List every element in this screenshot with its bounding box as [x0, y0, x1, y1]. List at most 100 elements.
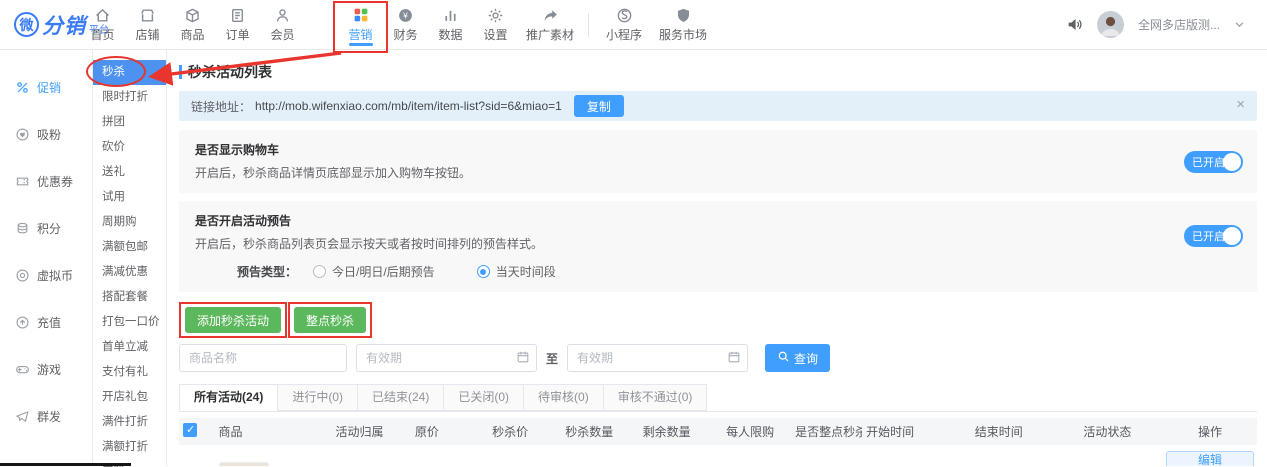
finance-icon: ¥	[397, 6, 414, 24]
nav-item-settings[interactable]: 设置	[473, 0, 518, 50]
nav-item-promo-materials[interactable]: 推广素材	[518, 0, 582, 50]
page-body: 促销 吸粉 优惠券 积分 虚拟币 充值	[0, 50, 1267, 466]
hourly-seckill-button[interactable]: 整点秒杀	[294, 307, 366, 333]
recharge-icon	[15, 315, 30, 330]
data-icon	[442, 6, 459, 24]
date-to-input[interactable]	[567, 344, 748, 372]
tab-pending-review[interactable]: 待审核(0)	[524, 384, 604, 411]
product-image[interactable]	[219, 462, 269, 467]
nav-item-orders[interactable]: 订单	[215, 0, 260, 50]
svg-text:¥: ¥	[402, 10, 408, 20]
radio-unchecked-icon	[313, 265, 326, 278]
submenu-item-group-buy[interactable]: 拼团	[93, 110, 166, 135]
sidebar-item-coupon[interactable]: 优惠券	[0, 158, 92, 205]
sidebar-item-promotion[interactable]: 促销	[0, 64, 92, 111]
submenu-item-gift[interactable]: 送礼	[93, 160, 166, 185]
sidebar-item-mass-send[interactable]: 群发	[0, 393, 92, 440]
top-nav: 首页 店铺 商品 订单 会员 营销	[80, 0, 715, 50]
submenu-item-trial[interactable]: 试用	[93, 185, 166, 210]
market-icon	[675, 6, 692, 24]
notice-setting-desc: 开启后，秒杀商品列表页会显示按天或者按时间排列的预告样式。	[195, 235, 1241, 252]
page-title-row: 秒杀活动列表	[179, 62, 1257, 82]
nav-item-goods[interactable]: 商品	[170, 0, 215, 50]
sidebar-item-points[interactable]: 积分	[0, 205, 92, 252]
submenu-item-shop-gift[interactable]: 开店礼包	[93, 385, 166, 410]
table-row: 县级合伙人 总部 73710.00 50.00 7 6 6 否 2020-12-…	[179, 445, 1257, 466]
close-icon[interactable]: ×	[1236, 97, 1245, 112]
primary-sidebar: 促销 吸粉 优惠券 积分 虚拟币 充值	[0, 50, 93, 466]
account-name[interactable]: 全网多店版测...	[1138, 16, 1220, 33]
submenu-item-bundle[interactable]: 搭配套餐	[93, 285, 166, 310]
header-right-area: 全网多店版测...	[1066, 11, 1267, 38]
sidebar-item-virtual-coin[interactable]: 虚拟币	[0, 252, 92, 299]
link-url: http://mob.wifenxiao.com/mb/item/item-li…	[255, 99, 562, 113]
submenu-item-bargain[interactable]: 砍价	[93, 135, 166, 160]
coin-circle-icon	[15, 268, 30, 283]
promo-icon	[542, 6, 559, 24]
marketing-icon	[353, 6, 369, 24]
cell-price: 73710.00	[411, 445, 488, 466]
date-to-wrap	[567, 344, 748, 372]
miniprogram-icon	[616, 6, 633, 24]
sidebar-item-games[interactable]: 游戏	[0, 346, 92, 393]
date-from-input[interactable]	[356, 344, 537, 372]
cart-setting-desc: 开启后，秒杀商品详情页底部显示加入购物车按钮。	[195, 164, 1241, 181]
page-title: 秒杀活动列表	[188, 62, 272, 82]
sound-icon[interactable]	[1066, 16, 1083, 33]
radio-checked-icon	[477, 265, 490, 278]
submenu-item-seckill[interactable]: 秒杀	[93, 60, 166, 85]
toggle-knob	[1223, 153, 1241, 171]
notice-type-label: 预告类型：	[237, 263, 297, 280]
select-all-checkbox[interactable]	[183, 423, 197, 437]
submenu-item-time-discount[interactable]: 限时打折	[93, 85, 166, 110]
nav-item-miniprogram[interactable]: 小程序	[597, 0, 651, 50]
sidebar-item-recharge[interactable]: 充值	[0, 299, 92, 346]
tab-review-rejected[interactable]: 审核不通过(0)	[604, 384, 708, 411]
product-name-input[interactable]	[179, 344, 347, 372]
submenu-item-free-shipping[interactable]: 满额包邮	[93, 235, 166, 260]
notice-toggle[interactable]: 已开启	[1184, 225, 1243, 247]
tab-ended[interactable]: 已结束(24)	[358, 384, 444, 411]
tab-all-activities[interactable]: 所有活动(24)	[179, 384, 278, 411]
cart-setting-title: 是否显示购物车	[195, 141, 1241, 158]
app-window: 微 分销 平台 首页 店铺 商品 订单 会员	[0, 0, 1267, 467]
sidebar-item-fans[interactable]: 吸粉	[0, 111, 92, 158]
cell-limit: 6	[722, 445, 791, 466]
tab-closed[interactable]: 已关闭(0)	[444, 384, 524, 411]
search-filter-row: 至 查询	[179, 344, 1257, 372]
notice-setting-section: 是否开启活动预告 开启后，秒杀商品列表页会显示按天或者按时间排列的预告样式。 预…	[179, 201, 1257, 292]
nav-item-home[interactable]: 首页	[80, 0, 125, 50]
submenu-item-package-price[interactable]: 打包一口价	[93, 310, 166, 335]
submenu-item-subscription[interactable]: 周期购	[93, 210, 166, 235]
tab-in-progress[interactable]: 进行中(0)	[278, 384, 358, 411]
home-icon	[94, 6, 111, 24]
nav-item-finance[interactable]: ¥ 财务	[383, 0, 428, 50]
nav-item-service-market[interactable]: 服务市场	[651, 0, 715, 50]
submenu-item-first-order[interactable]: 首单立减	[93, 335, 166, 360]
link-address-bar: 链接地址： http://mob.wifenxiao.com/mb/item/i…	[179, 91, 1257, 121]
members-icon	[274, 6, 291, 24]
nav-item-shop[interactable]: 店铺	[125, 0, 170, 50]
user-avatar[interactable]	[1097, 11, 1124, 38]
top-header: 微 分销 平台 首页 店铺 商品 订单 会员	[0, 0, 1267, 50]
copy-button[interactable]: 复制	[574, 95, 624, 117]
edit-button[interactable]: 编辑	[1166, 451, 1254, 466]
submenu-item-qty-discount[interactable]: 满件打折	[93, 410, 166, 435]
date-from-wrap	[356, 344, 537, 372]
add-seckill-button[interactable]: 添加秒杀活动	[185, 307, 281, 333]
nav-item-members[interactable]: 会员	[260, 0, 305, 50]
paper-plane-icon	[15, 409, 30, 424]
chevron-down-icon[interactable]	[1234, 19, 1245, 30]
submenu-item-full-discount[interactable]: 满减优惠	[93, 260, 166, 285]
nav-item-data[interactable]: 数据	[428, 0, 473, 50]
submenu-item-amount-discount[interactable]: 满额打折	[93, 435, 166, 460]
nav-item-marketing[interactable]: 营销	[338, 0, 383, 50]
submenu-item-pay-gift[interactable]: 支付有礼	[93, 360, 166, 385]
secondary-sidebar: 秒杀 限时打折 拼团 砍价 送礼 试用 周期购 满额包邮 满减优惠 搭配套餐 打…	[93, 50, 167, 466]
cart-toggle[interactable]: 已开启	[1184, 151, 1243, 173]
query-button[interactable]: 查询	[765, 344, 830, 372]
search-icon	[777, 350, 790, 366]
radio-time-period[interactable]: 当天时间段	[477, 263, 556, 280]
radio-day-forecast[interactable]: 今日/明日/后期预告	[313, 263, 435, 280]
goods-icon	[184, 6, 201, 24]
